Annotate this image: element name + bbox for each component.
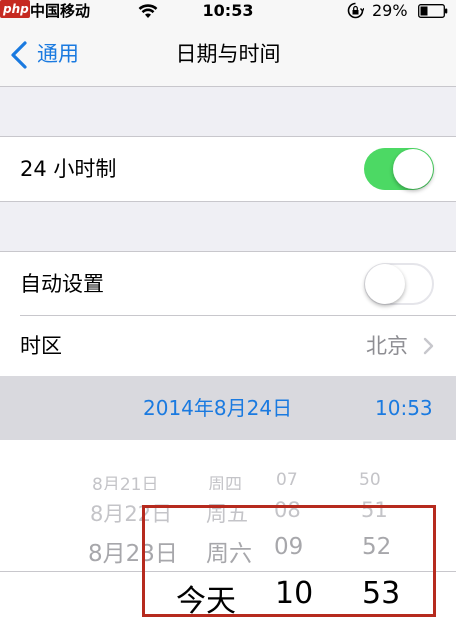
24-hour-label: 24 小时制 bbox=[20, 157, 117, 181]
battery-percent: 29% bbox=[372, 1, 408, 20]
date-time-row[interactable]: 2014年8月24日 10:53 bbox=[0, 376, 456, 440]
picker-minute: 50 bbox=[359, 470, 381, 490]
row-time-zone[interactable]: 时区 北京 bbox=[0, 316, 456, 376]
toggle-knob bbox=[365, 264, 405, 304]
battery-icon bbox=[418, 4, 448, 18]
picker-hour: 07 bbox=[276, 470, 298, 490]
highlight-annotation-box bbox=[142, 505, 436, 617]
24-hour-toggle[interactable] bbox=[364, 148, 434, 190]
current-time: 10:53 bbox=[375, 396, 433, 420]
page-title: 日期与时间 bbox=[175, 42, 281, 66]
time-zone-value: 北京 bbox=[366, 334, 408, 358]
row-set-automatically: 自动设置 bbox=[0, 251, 456, 316]
picker-weekday: 周四 bbox=[208, 475, 242, 490]
picker-row[interactable]: 8月21日 周四 07 50 bbox=[0, 470, 456, 490]
watermark-logo: php bbox=[0, 0, 30, 18]
time-zone-label: 时区 bbox=[20, 334, 62, 358]
current-date: 2014年8月24日 bbox=[143, 396, 293, 420]
auto-set-label: 自动设置 bbox=[20, 272, 104, 296]
picker-date: 8月21日 bbox=[92, 475, 159, 490]
rotation-lock-icon bbox=[347, 2, 364, 19]
auto-set-toggle[interactable] bbox=[364, 263, 434, 305]
row-24-hour-time: 24 小时制 bbox=[0, 136, 456, 202]
toggle-knob bbox=[393, 149, 433, 189]
chevron-right-icon bbox=[423, 337, 434, 355]
